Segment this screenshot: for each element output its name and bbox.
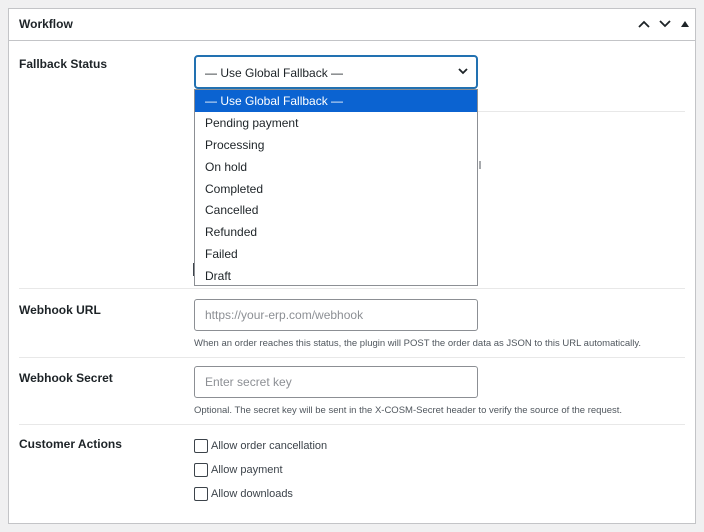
webhook-secret-label: Webhook Secret (19, 371, 113, 385)
dropdown-option[interactable]: On hold (195, 156, 477, 178)
dropdown-option[interactable]: Refunded (195, 221, 477, 243)
checkbox-label: Allow order cancellation (211, 440, 328, 452)
move-up-button[interactable] (633, 13, 655, 35)
hidden-text-fragment (479, 161, 481, 169)
toggle-panel-button[interactable] (674, 13, 696, 35)
dropdown-option[interactable]: Pending payment (195, 112, 477, 134)
webhook-url-help: When an order reaches this status, the p… (194, 338, 642, 349)
workflow-panel: Workflow Fallback Status — Use Global Fa… (8, 8, 696, 524)
allow-payment-checkbox[interactable] (194, 463, 208, 477)
chevron-up-icon (638, 20, 650, 28)
chevron-down-icon (458, 68, 468, 75)
dropdown-option[interactable]: Completed (195, 178, 477, 200)
divider (478, 111, 685, 112)
divider (19, 424, 685, 425)
dropdown-option[interactable]: Draft (195, 265, 477, 287)
dropdown-option[interactable]: — Use Global Fallback — (195, 90, 477, 112)
fallback-status-select[interactable]: — Use Global Fallback — (194, 55, 478, 89)
checkbox-label: Allow downloads (211, 488, 293, 500)
divider (19, 357, 685, 358)
move-down-button[interactable] (654, 13, 676, 35)
dropdown-option[interactable]: Failed (195, 243, 477, 265)
webhook-url-label: Webhook URL (19, 303, 101, 317)
triangle-up-icon (681, 21, 689, 27)
webhook-secret-help: Optional. The secret key will be sent in… (194, 405, 623, 416)
dropdown-option[interactable]: Processing (195, 134, 477, 156)
allow-downloads-checkbox[interactable] (194, 487, 208, 501)
fallback-status-value: — Use Global Fallback — (205, 66, 344, 80)
panel-header: Workflow (9, 9, 695, 41)
fallback-status-label: Fallback Status (19, 57, 108, 71)
checkbox-label: Allow payment (211, 464, 283, 476)
chevron-down-icon (659, 20, 671, 28)
allow-downloads-option[interactable]: Allow downloads (194, 487, 293, 501)
allow-order-cancellation-option[interactable]: Allow order cancellation (194, 439, 327, 453)
dropdown-option[interactable]: Cancelled (195, 199, 477, 221)
customer-actions-label: Customer Actions (19, 437, 122, 451)
allow-payment-option[interactable]: Allow payment (194, 463, 283, 477)
allow-order-cancellation-checkbox[interactable] (194, 439, 208, 453)
fallback-status-dropdown: — Use Global Fallback — Pending payment … (194, 89, 478, 286)
divider (19, 288, 685, 289)
webhook-url-input[interactable] (194, 299, 478, 331)
panel-title: Workflow (19, 17, 73, 31)
webhook-secret-input[interactable] (194, 366, 478, 398)
